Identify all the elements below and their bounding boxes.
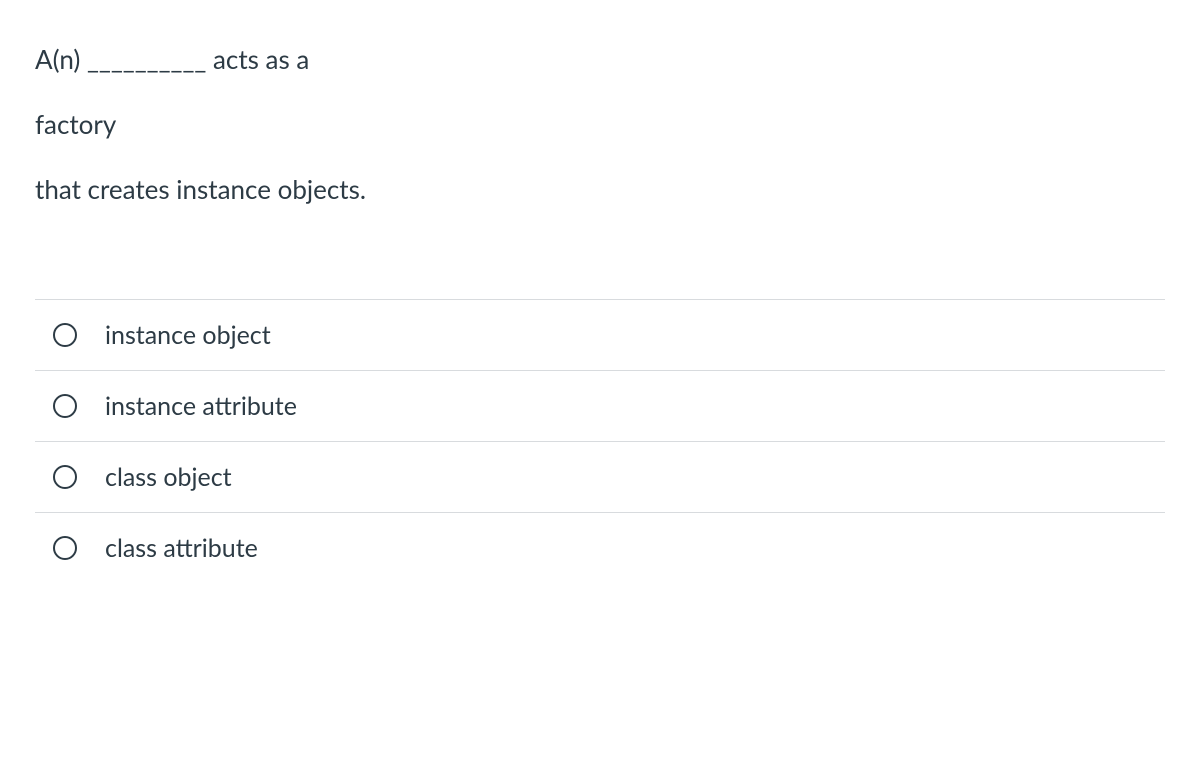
options-list: instance object instance attribute class… xyxy=(35,299,1165,583)
question-line-1: A(n) __________ acts as a xyxy=(35,40,1165,79)
radio-icon[interactable] xyxy=(53,394,77,418)
option-row[interactable]: class object xyxy=(35,441,1165,512)
radio-icon[interactable] xyxy=(53,465,77,489)
option-row[interactable]: class attribute xyxy=(35,512,1165,583)
option-label: instance object xyxy=(105,320,271,350)
question-text: A(n) __________ acts as a factory that c… xyxy=(35,40,1165,209)
radio-icon[interactable] xyxy=(53,536,77,560)
option-label: class attribute xyxy=(105,533,258,563)
question-line-3: that creates instance objects. xyxy=(35,170,1165,209)
option-row[interactable]: instance object xyxy=(35,299,1165,370)
option-label: instance attribute xyxy=(105,391,297,421)
question-line-2: factory xyxy=(35,105,1165,144)
option-label: class object xyxy=(105,462,232,492)
option-row[interactable]: instance attribute xyxy=(35,370,1165,441)
radio-icon[interactable] xyxy=(53,323,77,347)
